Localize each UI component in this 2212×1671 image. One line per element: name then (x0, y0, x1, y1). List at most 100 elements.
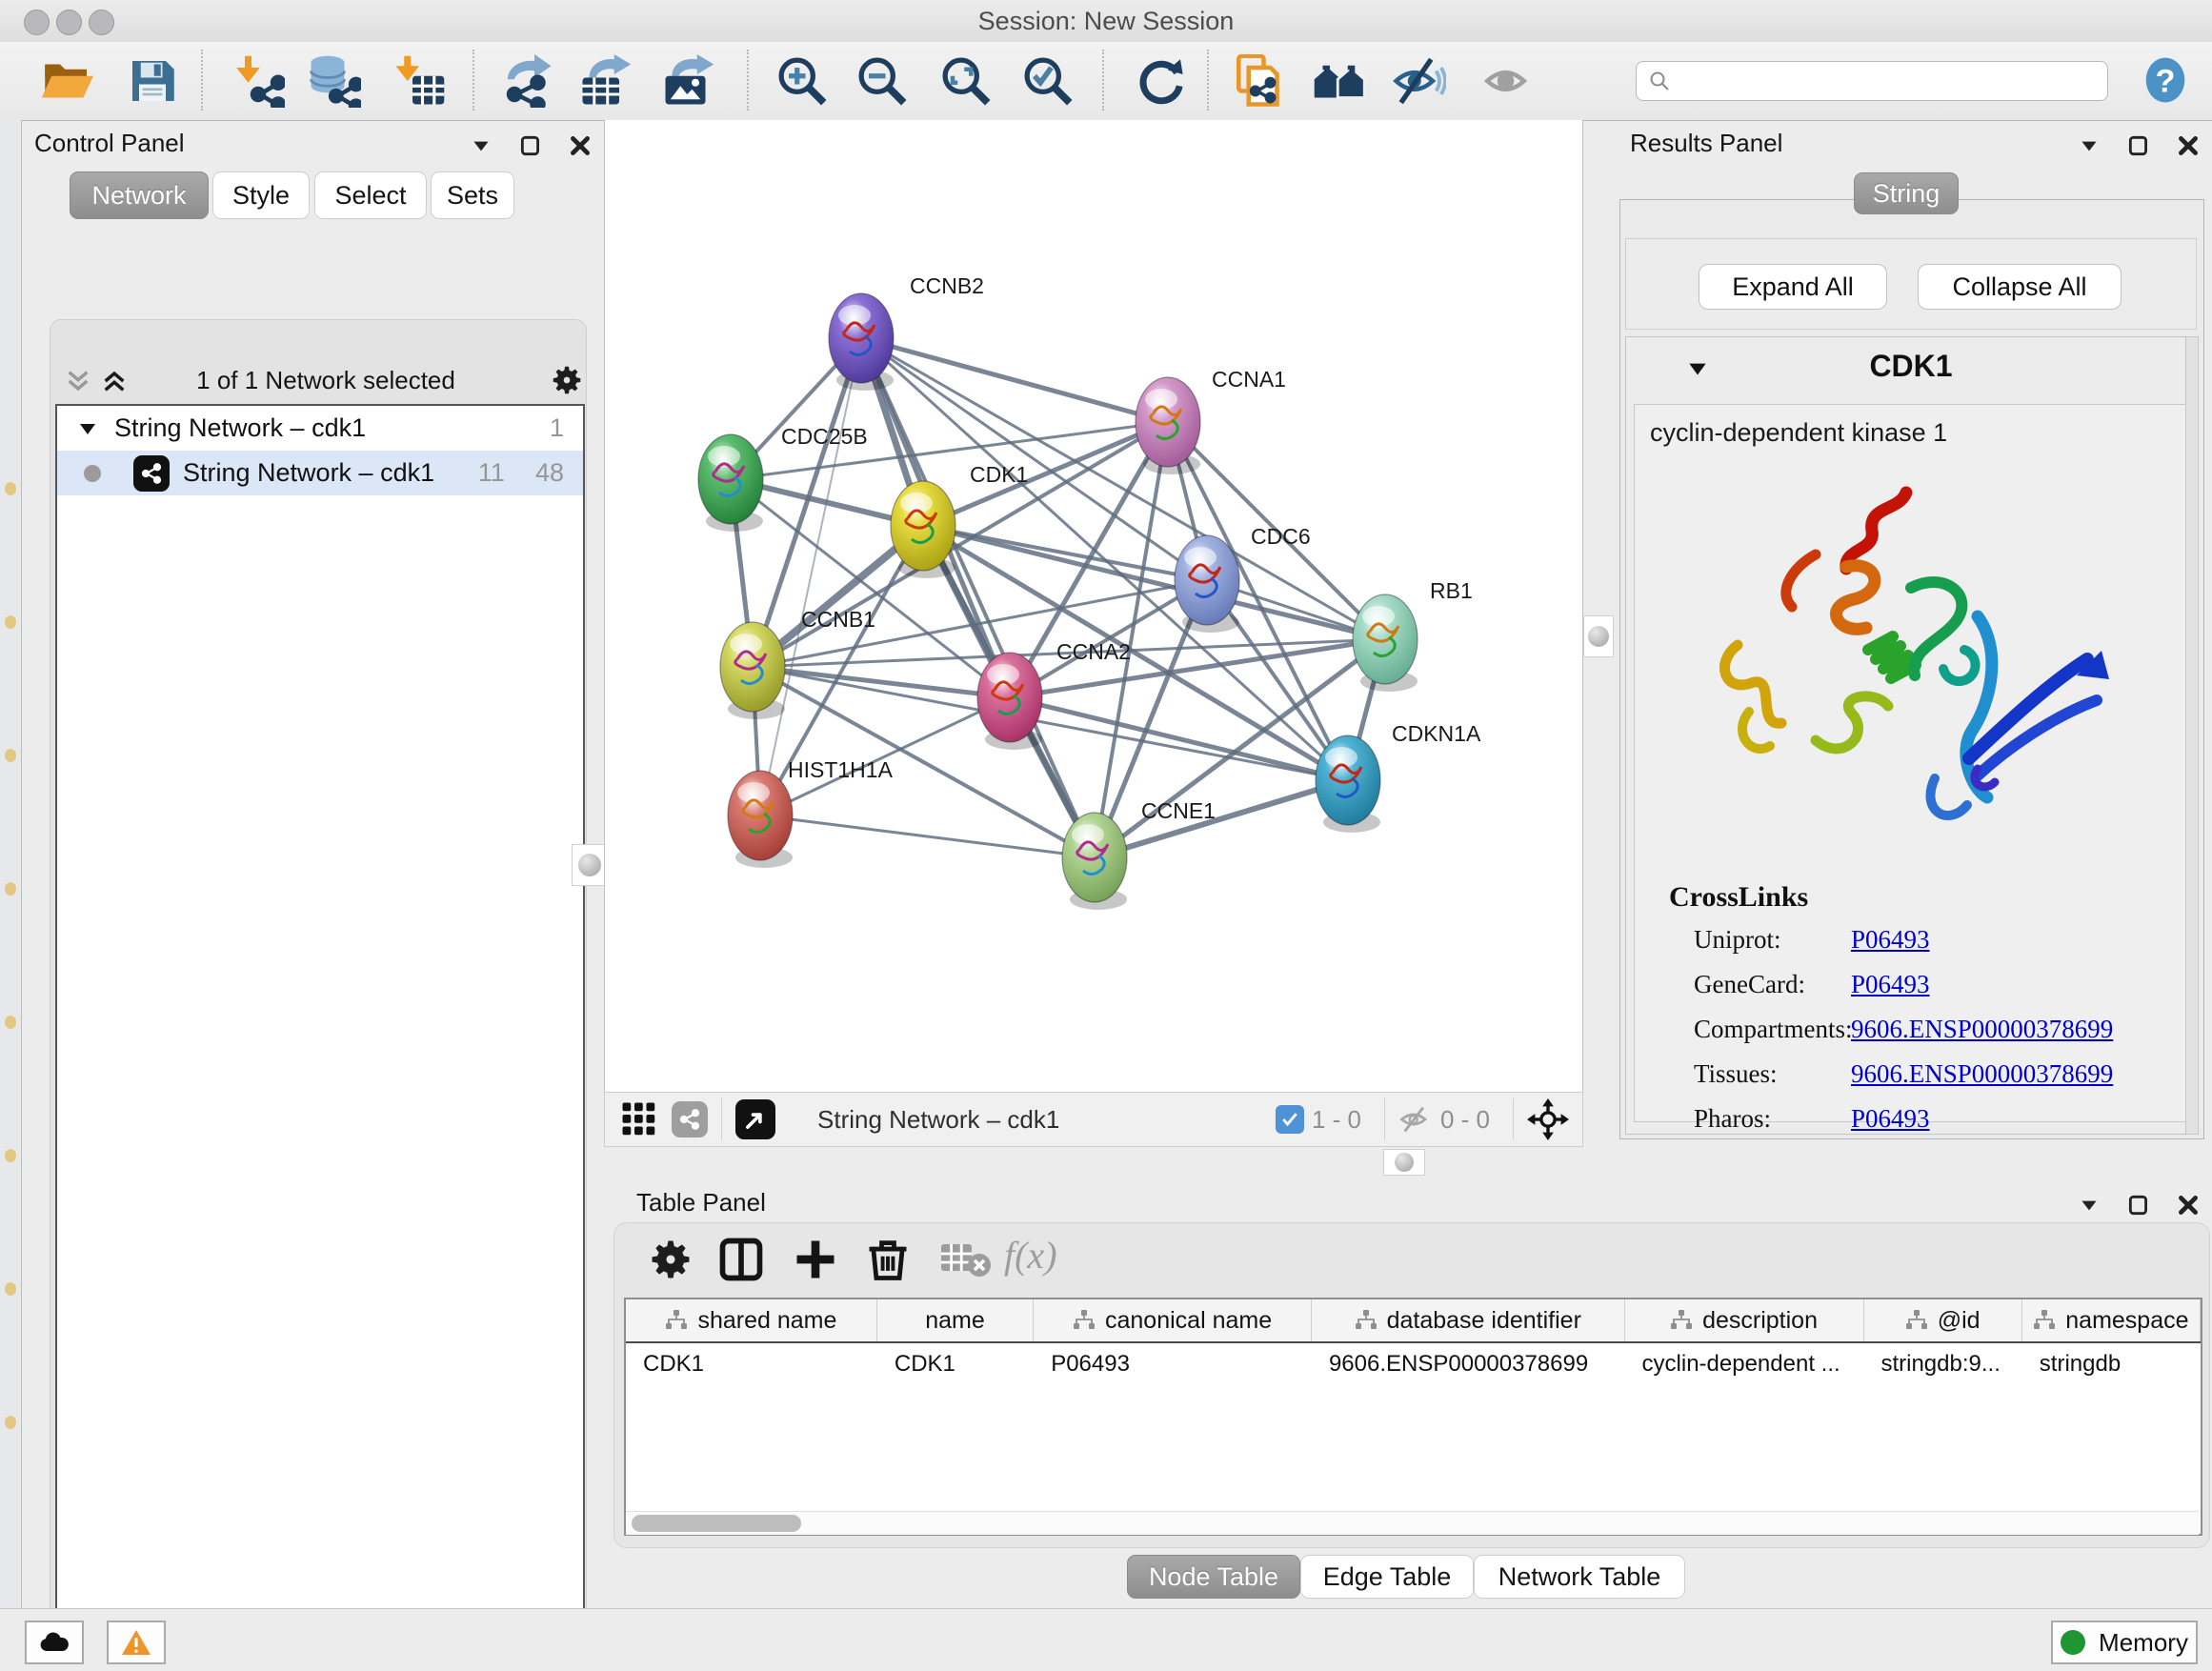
new-network-from-selection-icon[interactable] (1234, 54, 1287, 108)
collection-expand-arrow-icon[interactable] (76, 417, 99, 440)
graph-edge-CCNB2-CCNE1[interactable] (861, 338, 1095, 857)
graph-node-CCNA2[interactable] (977, 653, 1042, 750)
export-table-icon[interactable] (579, 54, 633, 108)
column-header-shared-name[interactable]: shared name (626, 1299, 877, 1341)
import-network-from-database-icon[interactable] (308, 54, 361, 108)
graph-node-RB1[interactable] (1353, 594, 1418, 692)
redraw-network-icon[interactable] (1134, 54, 1187, 108)
graph-node-CCNB1[interactable] (720, 622, 785, 719)
network-view-type-icon (672, 1101, 708, 1137)
graph-edge-HIST1H1A-CCNE1[interactable] (760, 815, 1095, 857)
gene-description: cyclin-dependent kinase 1 (1650, 418, 1947, 448)
search-icon (1648, 70, 1671, 92)
collapse-all-button[interactable]: Collapse All (1918, 264, 2122, 310)
tab-network-table[interactable]: Network Table (1474, 1555, 1685, 1599)
hide-selection-icon[interactable] (1393, 54, 1446, 108)
save-session-icon[interactable] (126, 54, 179, 108)
cloud-status-button[interactable] (25, 1621, 84, 1664)
network-state-dot (84, 465, 101, 482)
search-field[interactable] (1636, 61, 2108, 101)
footer-separator (721, 1098, 722, 1140)
tab-sets[interactable]: Sets (431, 171, 514, 219)
graph-node-CDC6[interactable] (1175, 535, 1239, 633)
string-network-graph[interactable]: CCNB2CCNA1CDC25BCDK1CDC6RB1CCNB1CCNA2CDK… (605, 120, 1582, 1090)
graph-edge-CCNB2-HIST1H1A[interactable] (760, 338, 861, 815)
network-node-count: 11 (478, 458, 505, 488)
panel-float-icon[interactable] (469, 133, 493, 158)
column-header-canonical-name[interactable]: canonical name (1034, 1299, 1312, 1341)
crosslink-link[interactable]: 9606.ENSP00000378699 (1851, 1059, 2113, 1089)
panel-maximize-icon[interactable] (2126, 1193, 2151, 1218)
panel-float-icon[interactable] (2077, 133, 2101, 158)
zoom-fit-content-icon[interactable] (939, 54, 993, 108)
crosslink-link[interactable]: P06493 (1851, 970, 1930, 999)
grid-view-icon[interactable] (620, 1100, 658, 1138)
table-panel-title: Table Panel (636, 1188, 766, 1218)
column-header-namespace[interactable]: namespace (2022, 1299, 2201, 1341)
tab-network[interactable]: Network (70, 171, 209, 219)
crosslink-label: Compartments: (1694, 1015, 1852, 1043)
graph-node-CCNB2[interactable] (829, 293, 894, 391)
expand-all-icon[interactable] (99, 366, 130, 396)
panel-close-icon[interactable] (568, 133, 593, 158)
import-table-from-file-icon[interactable] (392, 54, 446, 108)
open-session-icon[interactable] (40, 54, 93, 108)
column-header-database-identifier[interactable]: database identifier (1312, 1299, 1625, 1341)
first-neighbors-icon[interactable] (1313, 54, 1366, 108)
graph-edge-CCNA2-HIST1H1A[interactable] (760, 697, 1010, 815)
tab-string[interactable]: String (1854, 172, 1959, 214)
pan-crosshair-icon[interactable] (1527, 1098, 1569, 1140)
hidden-eye-icon[interactable] (1398, 1102, 1433, 1137)
zoom-in-icon[interactable] (775, 54, 829, 108)
graph-edge-CDKN1A-CCNE1[interactable] (1095, 780, 1348, 857)
graph-node-CCNE1[interactable] (1062, 813, 1127, 910)
help-icon[interactable]: ? (2142, 56, 2189, 104)
vertical-splitter-handle[interactable] (572, 844, 608, 886)
birds-eye-view-icon[interactable] (735, 1099, 775, 1139)
scrollbar-thumb[interactable] (632, 1515, 801, 1532)
column-type-icon (1073, 1310, 1096, 1331)
table-options-gear-icon[interactable] (646, 1235, 695, 1284)
column-header--id[interactable]: @id (1864, 1299, 2022, 1341)
add-column-icon[interactable] (791, 1235, 840, 1284)
panel-close-icon[interactable] (2176, 133, 2201, 158)
zoom-selected-icon[interactable] (1021, 54, 1075, 108)
panel-maximize-icon[interactable] (518, 133, 543, 158)
table-row[interactable]: CDK1CDK1P064939606.ENSP00000378699cyclin… (626, 1343, 2201, 1385)
graph-node-CDKN1A[interactable] (1316, 735, 1380, 833)
panel-maximize-icon[interactable] (2126, 133, 2151, 158)
panel-close-icon[interactable] (2176, 1193, 2201, 1218)
selected-checkbox-icon[interactable] (1276, 1105, 1304, 1134)
network-options-gear-icon[interactable] (549, 362, 585, 398)
show-columns-icon[interactable] (716, 1235, 766, 1284)
horizontal-splitter-handle[interactable] (1383, 1149, 1425, 1176)
tab-style[interactable]: Style (212, 171, 310, 219)
search-input[interactable] (1671, 67, 2075, 95)
results-scrollbar[interactable] (2185, 336, 2199, 1135)
collapse-all-icon[interactable] (63, 366, 93, 396)
network-collection-row[interactable]: String Network – cdk1 1 (57, 406, 583, 451)
export-network-icon[interactable] (501, 54, 554, 108)
export-image-icon[interactable] (662, 54, 715, 108)
delete-column-trash-icon[interactable] (863, 1235, 913, 1284)
table-horizontal-scrollbar[interactable] (626, 1511, 2199, 1535)
network-row-selected[interactable]: String Network – cdk1 11 48 (57, 451, 583, 495)
crosslink-link[interactable]: P06493 (1851, 925, 1930, 955)
node-label-CDK1: CDK1 (970, 462, 1028, 487)
tab-select[interactable]: Select (314, 171, 427, 219)
expand-all-button[interactable]: Expand All (1699, 264, 1887, 310)
column-header-description[interactable]: description (1625, 1299, 1864, 1341)
zoom-out-icon[interactable] (855, 54, 909, 108)
graph-node-HIST1H1A[interactable] (728, 771, 793, 868)
crosslink-link[interactable]: 9606.ENSP00000378699 (1851, 1015, 2113, 1044)
tab-edge-table[interactable]: Edge Table (1300, 1555, 1474, 1599)
network-view-canvas[interactable]: CCNB2CCNA1CDC25BCDK1CDC6RB1CCNB1CCNA2CDK… (604, 120, 1583, 1092)
warnings-button[interactable] (107, 1621, 166, 1664)
column-header-name[interactable]: name (877, 1299, 1034, 1341)
graph-node-CDC25B[interactable] (698, 434, 763, 532)
memory-button[interactable]: Memory (2051, 1621, 2198, 1664)
crosslink-link[interactable]: P06493 (1851, 1104, 1930, 1134)
tab-node-table[interactable]: Node Table (1127, 1555, 1300, 1599)
import-network-from-file-icon[interactable] (231, 54, 285, 108)
panel-float-icon[interactable] (2077, 1193, 2101, 1218)
